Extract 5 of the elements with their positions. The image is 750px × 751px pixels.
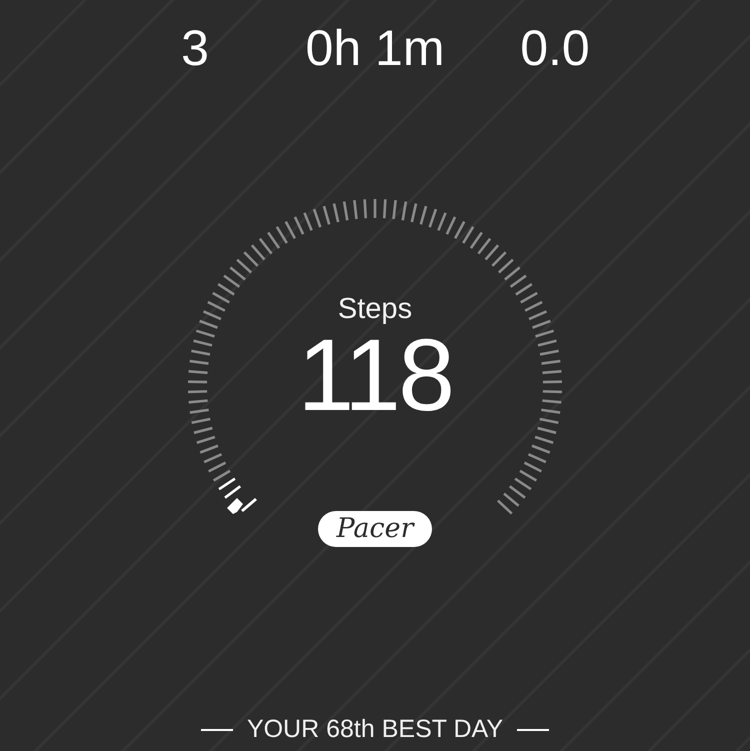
best-day-text: YOUR 68th BEST DAY [246, 714, 504, 745]
brand-badge: Pacer [318, 511, 432, 547]
stat-value: 0h 1m [304, 19, 446, 78]
stat-value: 0.0 [519, 19, 591, 78]
stat-value: 3 [180, 19, 210, 78]
